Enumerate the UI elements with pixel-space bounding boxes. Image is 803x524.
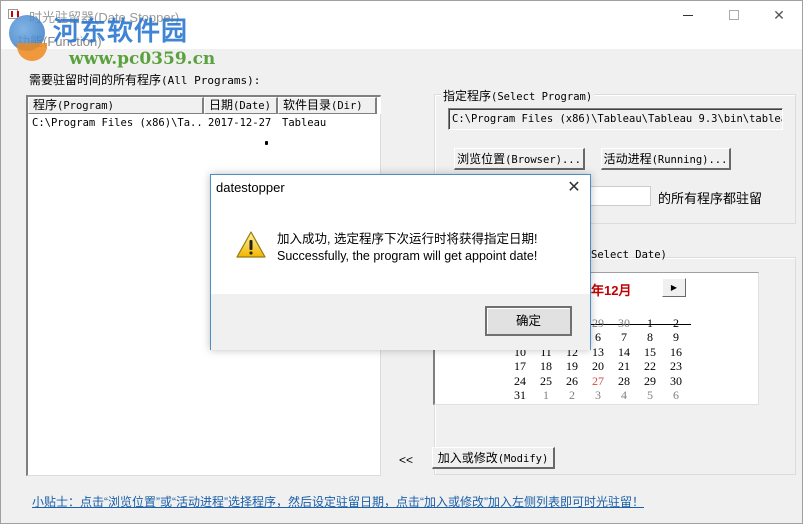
modify-button[interactable]: 加入或修改(Modify) [432, 447, 555, 469]
dialog-message-en: Successfully, the program will get appoi… [277, 249, 538, 263]
calendar-day[interactable]: 17 [507, 359, 533, 373]
calendar-day[interactable]: 3 [585, 388, 611, 402]
calendar-day[interactable]: 1 [637, 316, 663, 330]
menu-bar: 功能(Function) [1, 29, 802, 49]
minimize-button[interactable] [665, 1, 711, 29]
calendar-day[interactable]: 23 [663, 359, 689, 373]
calendar-day[interactable]: 26 [559, 374, 585, 388]
calendar-month-label[interactable]: 年12月 [591, 280, 631, 299]
programs-list-header: 程序(Program) 日期(Date) 软件目录(Dir) [28, 97, 381, 114]
warning-icon [235, 230, 267, 260]
calendar-day[interactable]: 22 [637, 359, 663, 373]
calendar-day[interactable]: 1 [533, 388, 559, 402]
calendar-day[interactable]: 2 [559, 388, 585, 402]
dialog-message: 加入成功, 选定程序下次运行时将获得指定日期! Successfully, th… [277, 231, 537, 265]
calendar-day[interactable]: 30 [663, 374, 689, 388]
column-label-cn: 程序 [33, 98, 58, 112]
cursor-artifact [265, 141, 268, 145]
calendar-day-selected[interactable]: 27 [585, 374, 611, 388]
arrow-right-icon: ▶ [670, 283, 678, 292]
calendar-week-row: 17 18 19 20 21 22 23 [507, 359, 689, 373]
calendar-day[interactable]: 7 [611, 330, 637, 344]
select-program-title-cn: 指定程序 [443, 89, 492, 103]
select-program-title-en: (Select Program) [491, 91, 593, 103]
calendar-day[interactable]: 5 [637, 388, 663, 402]
running-label-en: (Running)... [651, 154, 728, 166]
column-label-en: (Dir) [331, 100, 363, 112]
modify-label-en: (Modify) [497, 453, 549, 465]
maximize-icon [729, 10, 739, 20]
calendar-day[interactable]: 4 [611, 388, 637, 402]
dialog-close-button[interactable]: ✕ [561, 177, 587, 199]
browse-button[interactable]: 浏览位置(Browser)... [454, 148, 585, 170]
calendar-day[interactable]: 21 [611, 359, 637, 373]
dialog-footer: 确定 [211, 294, 590, 350]
running-button[interactable]: 活动进程(Running)... [601, 148, 731, 170]
calendar-day[interactable]: 14 [611, 345, 637, 359]
calendar-day[interactable]: 20 [585, 359, 611, 373]
all-programs-label: 需要驻留时间的所有程序(All Programs): [29, 71, 260, 88]
dialog-title: datestopper [216, 180, 285, 195]
all-programs-label-cn: 需要驻留时间的所有程序 [29, 73, 162, 87]
cell-date: 2017-12-27 [208, 117, 272, 129]
calendar-day[interactable]: 2 [663, 316, 689, 330]
close-button[interactable]: ✕ [756, 1, 802, 29]
column-label-cn: 日期 [209, 98, 234, 112]
all-programs-label-en: (All Programs): [161, 74, 261, 87]
calendar-day[interactable]: 8 [637, 330, 663, 344]
column-label-en: (Program) [57, 100, 114, 112]
running-label-cn: 活动进程 [603, 152, 652, 166]
next-month-button[interactable]: ▶ [662, 278, 686, 297]
calendar-week-row: 31 1 2 3 4 5 6 [507, 388, 689, 402]
calendar-day[interactable]: 15 [637, 345, 663, 359]
dialog-message-cn: 加入成功, 选定程序下次运行时将获得指定日期! [277, 232, 538, 246]
program-path-field[interactable]: C:\Program Files (x86)\Tableau\Tableau 9… [448, 108, 783, 130]
title-bar[interactable]: 时光驻留器(Date Stopper) ✕ [1, 1, 802, 29]
select-program-title: 指定程序(Select Program) [441, 87, 595, 104]
table-row[interactable]: C:\Program Files (x86)\Ta... 2017-12-27 … [28, 115, 377, 131]
ok-button[interactable]: 确定 [485, 306, 572, 336]
watermark-url: www.pc0359.cn [69, 49, 216, 69]
cell-program: C:\Program Files (x86)\Ta... [32, 117, 204, 129]
minimize-icon [683, 14, 693, 16]
modify-label-cn: 加入或修改 [437, 451, 498, 465]
calendar-day[interactable]: 24 [507, 374, 533, 388]
calendar-week-row: 24 25 26 27 28 29 30 [507, 374, 689, 388]
calendar-day[interactable]: 25 [533, 374, 559, 388]
calendar-day[interactable]: 16 [663, 345, 689, 359]
collapse-button[interactable]: << [399, 453, 413, 467]
cell-dir: Tableau [282, 117, 327, 129]
column-header-dir[interactable]: 软件目录(Dir) [278, 97, 377, 114]
app-icon [8, 9, 19, 19]
close-icon: ✕ [567, 179, 581, 196]
column-label-cn: 软件目录 [283, 98, 332, 112]
select-date-title: Select Date) [591, 249, 667, 261]
window-title: 时光驻留器(Date Stopper) [29, 10, 180, 25]
browse-label-cn: 浏览位置 [457, 152, 506, 166]
calendar-day[interactable]: 18 [533, 359, 559, 373]
all-programs-suffix-label: 的所有程序都驻留 [658, 191, 763, 206]
menu-function[interactable]: 功能(Function) [17, 31, 102, 50]
calendar-day[interactable]: 31 [507, 388, 533, 402]
tip-link[interactable]: 小贴士：点击“浏览位置”或“活动进程”选择程序，然后设定驻留日期，点击“加入或修… [32, 493, 644, 510]
calendar-day[interactable]: 28 [611, 374, 637, 388]
message-dialog: datestopper ✕ 加入成功, 选定程序下次运行时将获得指定日期! Su… [210, 174, 591, 350]
calendar-day[interactable]: 30 [611, 316, 637, 330]
calendar-day[interactable]: 29 [637, 374, 663, 388]
calendar-day[interactable]: 6 [663, 388, 689, 402]
column-label-en: (Date) [233, 100, 271, 112]
column-header-program[interactable]: 程序(Program) [28, 97, 204, 114]
calendar-day[interactable]: 19 [559, 359, 585, 373]
close-icon: ✕ [773, 6, 785, 23]
browse-label-en: (Browser)... [505, 154, 581, 166]
column-header-date[interactable]: 日期(Date) [204, 97, 278, 114]
maximize-button[interactable] [711, 1, 757, 29]
calendar-day[interactable]: 9 [663, 330, 689, 344]
